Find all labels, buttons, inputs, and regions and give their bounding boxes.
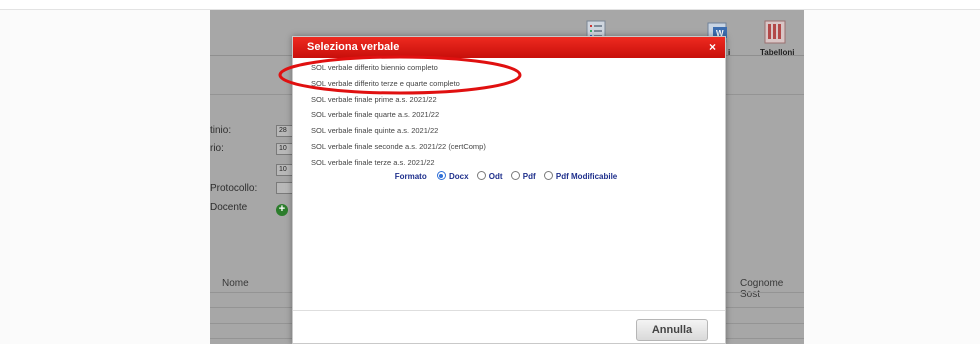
verbale-item-quarte[interactable]: SOL verbale finale quarte a.s. 2021/22 xyxy=(311,107,711,123)
column-header-nome: Nome xyxy=(222,278,249,289)
format-option-pdf[interactable]: Pdf xyxy=(510,171,536,181)
column-header-cognome-sost: Cognome Sost xyxy=(740,278,784,300)
radio-icon[interactable] xyxy=(510,171,520,180)
verbale-item-quinte[interactable]: SOL verbale finale quinte a.s. 2021/22 xyxy=(311,123,711,139)
format-option-odt[interactable]: Odt xyxy=(476,171,503,181)
radio-checked-icon[interactable] xyxy=(436,171,446,180)
format-label: Formato xyxy=(394,172,427,181)
right-page-margin xyxy=(804,10,980,344)
format-selector: Formato Docx Odt Pdf Pdf Modificabile xyxy=(293,171,725,181)
seleziona-verbale-dialog: Seleziona verbale × SOL verbale differit… xyxy=(292,36,726,344)
form-label-protocollo: Protocollo: xyxy=(210,183,258,194)
verbale-item-terze[interactable]: SOL verbale finale terze a.s. 2021/22 xyxy=(311,155,711,171)
left-page-margin xyxy=(10,10,210,344)
dialog-footer-divider xyxy=(293,310,725,311)
form-label-orario: rio: xyxy=(210,143,224,154)
close-icon[interactable]: × xyxy=(709,40,716,54)
browser-top-strip xyxy=(0,0,980,10)
annulla-button[interactable]: Annulla xyxy=(636,319,708,341)
format-option-docx[interactable]: Docx xyxy=(436,171,469,181)
radio-icon[interactable] xyxy=(476,171,486,180)
dialog-title: Seleziona verbale xyxy=(307,41,400,53)
verbale-item-prime[interactable]: SOL verbale finale prime a.s. 2021/22 xyxy=(311,92,711,108)
form-label-docente: Docente xyxy=(210,202,248,213)
format-option-label: Pdf Modificabile xyxy=(555,172,618,181)
spreadsheet-icon[interactable] xyxy=(763,20,787,44)
format-option-label: Pdf xyxy=(522,172,536,181)
verbale-list: SOL verbale differito biennio completo S… xyxy=(311,60,711,171)
dialog-header: Seleziona verbale × xyxy=(293,37,725,58)
radio-icon[interactable] xyxy=(543,171,553,180)
form-label-termine: tinio: xyxy=(210,125,232,136)
verbale-item-biennio[interactable]: SOL verbale differito biennio completo xyxy=(311,60,711,76)
verbale-item-terze-quarte[interactable]: SOL verbale differito terze e quarte com… xyxy=(311,76,711,92)
add-docente-button[interactable]: + xyxy=(276,204,288,216)
format-option-label: Docx xyxy=(448,172,469,181)
format-option-label: Odt xyxy=(488,172,503,181)
verbale-item-seconde[interactable]: SOL verbale finale seconde a.s. 2021/22 … xyxy=(311,139,711,155)
format-option-pdf-modificabile[interactable]: Pdf Modificabile xyxy=(543,171,618,181)
